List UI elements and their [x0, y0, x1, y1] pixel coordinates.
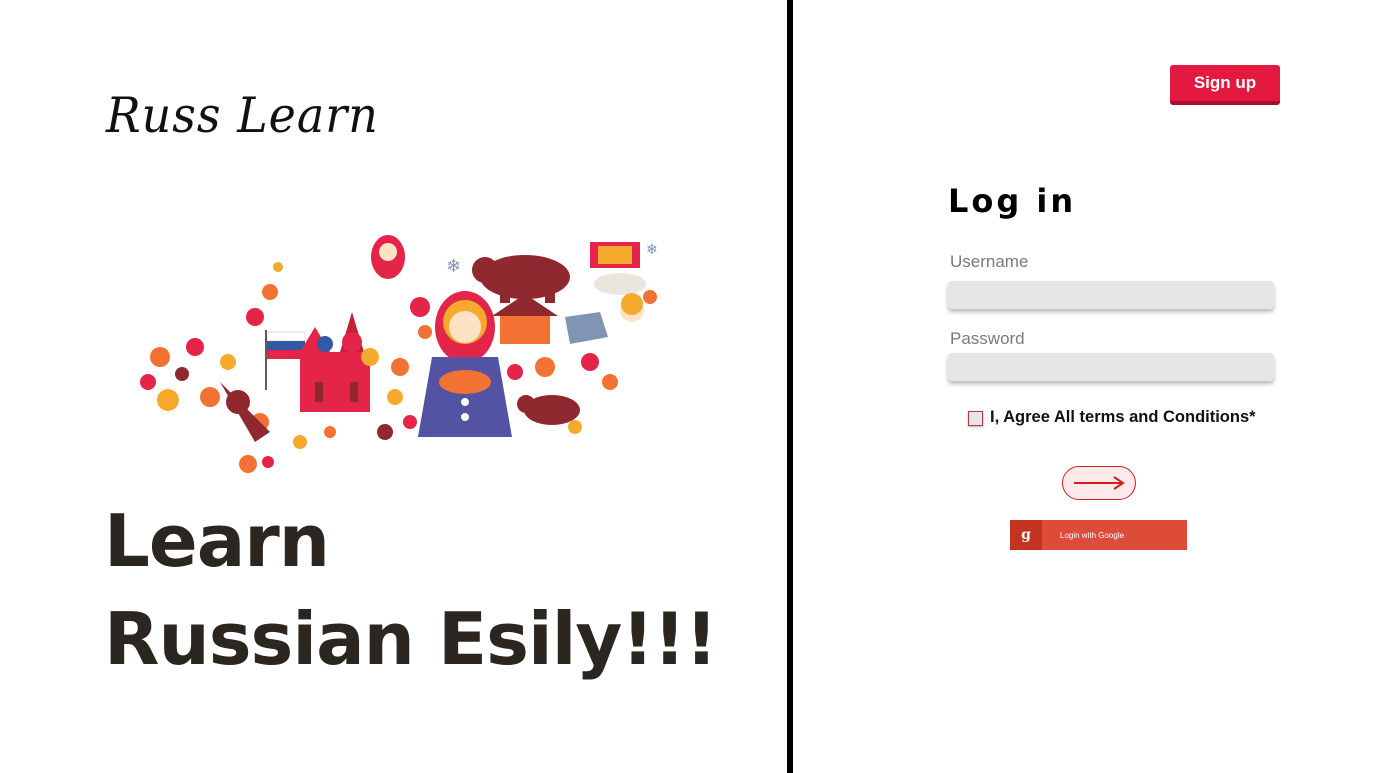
- google-login-button[interactable]: g Login with Google: [1010, 520, 1187, 550]
- login-title: Log in: [948, 182, 1077, 220]
- right-panel: Sign up Log in Username Password I, Agre…: [793, 0, 1400, 773]
- terms-label[interactable]: I, Agree All terms and Conditions*: [990, 408, 1256, 427]
- hero-headline-line-2: Russian Esily!!!: [104, 597, 718, 681]
- hero-headline: Learn Russian Esily!!!: [104, 492, 718, 688]
- username-input[interactable]: [948, 281, 1274, 309]
- password-input[interactable]: [948, 353, 1274, 381]
- russia-map-illustration: ❄ ❄: [140, 235, 658, 473]
- signup-button[interactable]: Sign up: [1170, 65, 1280, 105]
- svg-text:❄: ❄: [646, 242, 658, 258]
- password-label: Password: [950, 329, 1025, 348]
- svg-text:❄: ❄: [446, 256, 461, 277]
- hero-headline-line-1: Learn: [104, 499, 330, 583]
- username-label: Username: [950, 252, 1029, 271]
- left-panel: Russ Learn ❄ ❄ Learn Russian Esily!!!: [0, 0, 787, 773]
- login-submit-button[interactable]: [1062, 466, 1136, 500]
- terms-checkbox[interactable]: [968, 411, 983, 426]
- google-login-label: Login with Google: [1060, 530, 1125, 540]
- brand-logo[interactable]: Russ Learn: [106, 87, 379, 144]
- google-g-icon: g: [1010, 520, 1042, 550]
- arrow-right-icon: [1074, 476, 1125, 490]
